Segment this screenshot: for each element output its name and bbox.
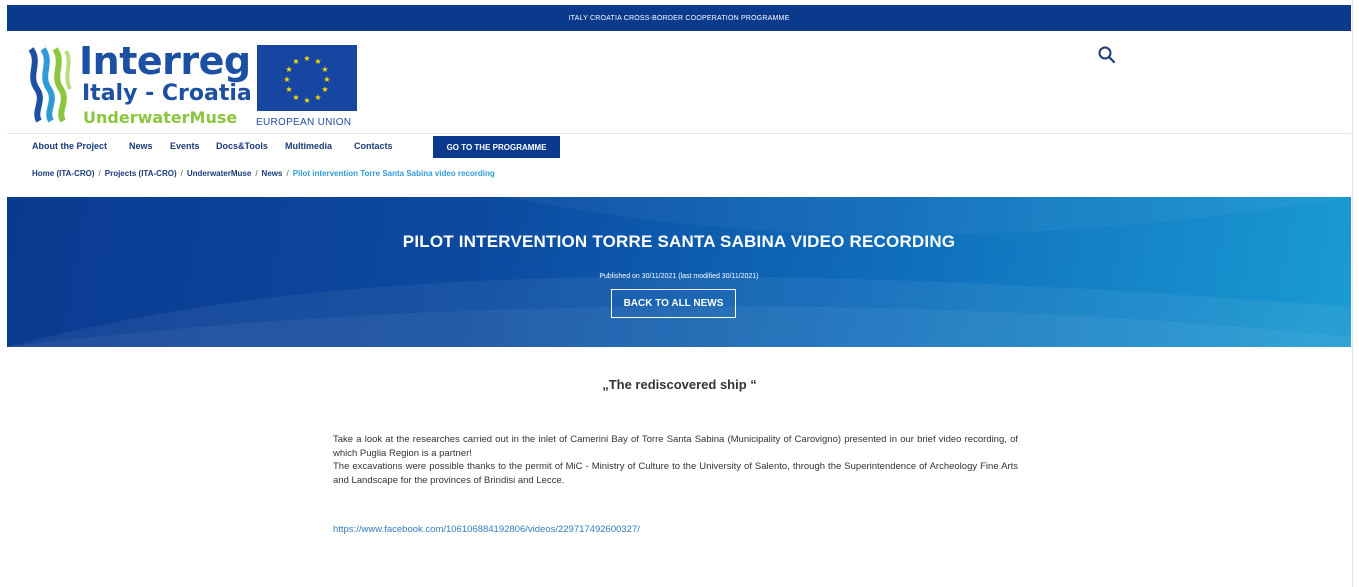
programme-name: ITALY CROATIA CROSS-BORDER COOPERATION P…	[568, 14, 790, 22]
svg-text:★: ★	[283, 75, 290, 84]
hero-background-swoosh	[7, 197, 1351, 347]
svg-text:★: ★	[303, 54, 310, 63]
published-date: Published on 30/11/2021 (last modified 3…	[599, 273, 759, 280]
nav-contacts[interactable]: Contacts	[354, 141, 393, 151]
top-banner: ITALY CROATIA CROSS-BORDER COOPERATION P…	[7, 5, 1351, 31]
go-to-programme-button[interactable]: GO TO THE PROGRAMME	[433, 136, 560, 158]
article-paragraph: Take a look at the researches carried ou…	[333, 434, 1018, 459]
svg-text:★: ★	[285, 65, 292, 74]
svg-text:★: ★	[292, 93, 299, 102]
article-subtitle: „The rediscovered ship “	[602, 377, 757, 392]
main-nav: About the Project News Events Docs&Tools…	[7, 133, 1351, 158]
page-title: PILOT INTERVENTION TORRE SANTA SABINA VI…	[402, 232, 956, 251]
hero-banner: PILOT INTERVENTION TORRE SANTA SABINA VI…	[7, 197, 1351, 347]
svg-text:★: ★	[285, 85, 292, 94]
breadcrumb-separator: /	[98, 169, 101, 178]
breadcrumb-news[interactable]: News	[262, 169, 283, 178]
search-icon[interactable]	[1097, 45, 1117, 65]
breadcrumb: Home (ITA-CRO) / Projects (ITA-CRO) / Underw…	[32, 169, 495, 178]
page-edge-divider	[1352, 0, 1353, 587]
article-paragraph: The excavations were possible thanks to …	[333, 461, 1018, 486]
site-header: Interreg Italy - Croatia UnderwaterMuse …	[7, 31, 1351, 135]
nav-about-project[interactable]: About the Project	[32, 141, 107, 151]
interreg-logo[interactable]: Interreg Italy - Croatia UnderwaterMuse …	[27, 39, 367, 128]
nav-docs-tools[interactable]: Docs&Tools	[216, 141, 268, 151]
eu-label: EUROPEAN UNION	[256, 117, 352, 128]
svg-text:★: ★	[292, 57, 299, 66]
svg-text:★: ★	[323, 75, 330, 84]
back-to-all-news-button[interactable]: BACK TO ALL NEWS	[611, 289, 736, 318]
breadcrumb-separator: /	[255, 169, 258, 178]
nav-news[interactable]: News	[129, 141, 153, 151]
nav-events[interactable]: Events	[170, 141, 200, 151]
eu-flag-icon: ★ ★ ★ ★ ★ ★ ★ ★ ★ ★ ★ ★	[257, 45, 357, 111]
breadcrumb-projects[interactable]: Projects (ITA-CRO)	[105, 169, 177, 178]
svg-text:★: ★	[303, 96, 310, 105]
svg-text:★: ★	[321, 85, 328, 94]
breadcrumb-home[interactable]: Home (ITA-CRO)	[32, 169, 95, 178]
article-body: Take a look at the researches carried ou…	[333, 433, 1018, 487]
logo-country-text: Italy - Croatia	[82, 81, 252, 106]
nav-multimedia[interactable]: Multimedia	[285, 141, 332, 151]
svg-text:★: ★	[321, 65, 328, 74]
facebook-video-link[interactable]: https://www.facebook.com/106106884192806…	[333, 524, 640, 535]
breadcrumb-current: Pilot intervention Torre Santa Sabina vi…	[292, 169, 495, 178]
breadcrumb-underwatermuse[interactable]: UnderwaterMuse	[187, 169, 251, 178]
svg-text:★: ★	[314, 93, 321, 102]
breadcrumb-separator: /	[180, 169, 183, 178]
logo-interreg-text: Interreg	[79, 39, 251, 83]
logo-project-text: UnderwaterMuse	[83, 108, 238, 127]
breadcrumb-separator: /	[286, 169, 289, 178]
interreg-waves-icon	[28, 47, 72, 123]
